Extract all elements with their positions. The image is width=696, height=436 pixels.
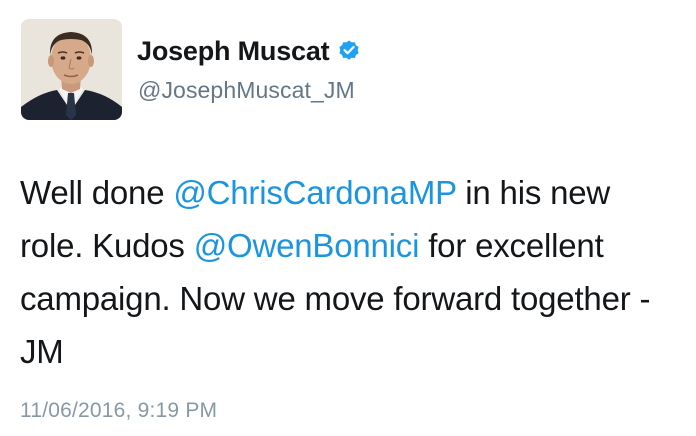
tweet-card: Joseph Muscat @JosephMuscat_JM Well done… [0, 0, 696, 436]
user-handle[interactable]: @JosephMuscat_JM [138, 76, 355, 104]
mention-link[interactable]: @OwenBonnici [194, 227, 420, 264]
mention-link[interactable]: @ChrisCardonaMP [173, 174, 456, 211]
author-row: Joseph Muscat [137, 34, 361, 68]
tweet-timestamp[interactable]: 11/06/2016, 9:19 PM [20, 398, 217, 424]
avatar[interactable] [21, 19, 122, 120]
profile-photo-icon [21, 19, 122, 120]
verified-badge-icon [337, 38, 361, 62]
tweet-text: Well done @ChrisCardonaMP in his new rol… [20, 166, 680, 378]
display-name[interactable]: Joseph Muscat [137, 34, 330, 68]
tweet-text-segment: Well done [20, 174, 174, 211]
